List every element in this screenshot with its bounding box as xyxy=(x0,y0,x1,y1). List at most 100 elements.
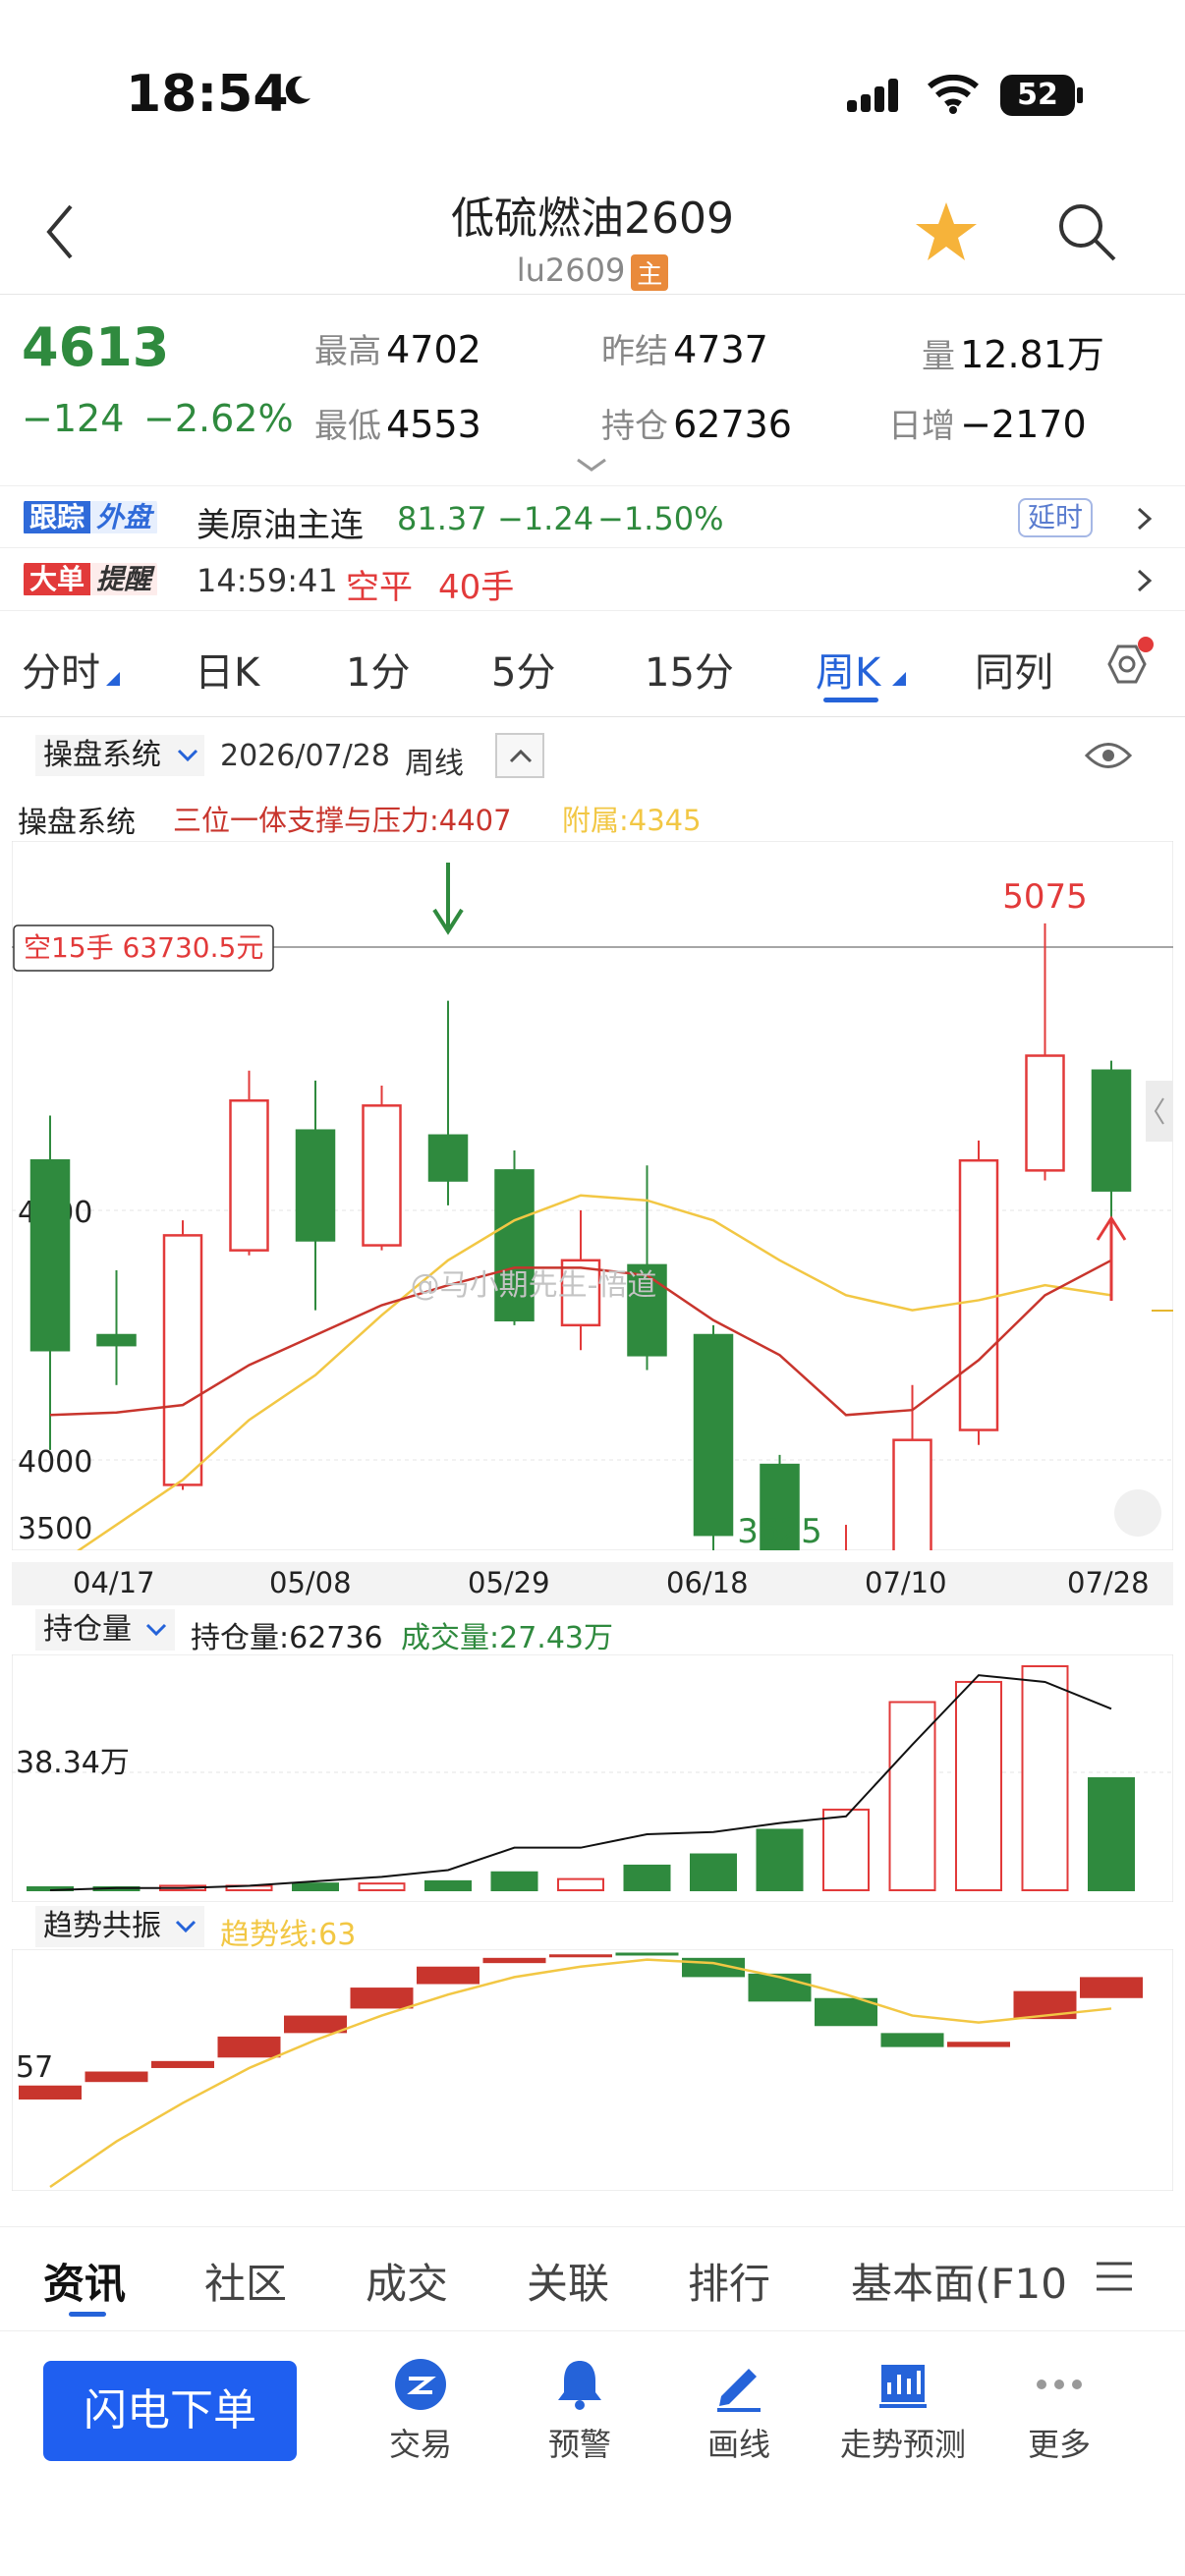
tab-weekly[interactable]: 周K xyxy=(816,641,880,698)
x-tick: 07/28 xyxy=(1067,1566,1150,1599)
alert-action: 空平 xyxy=(346,568,413,607)
low-value: 4553 xyxy=(386,403,481,446)
chevron-down-icon xyxy=(145,1623,167,1637)
trend-bar xyxy=(880,2033,944,2047)
volume-bar xyxy=(557,1877,604,1892)
nav-draw[interactable]: 画线 xyxy=(670,2357,808,2465)
alert-tag-2: 提醒 xyxy=(90,563,158,595)
y-tick: 3500 xyxy=(18,1512,92,1546)
kline-chart[interactable]: 5000450040003500空15手 63730.5元50753625@马小… xyxy=(12,841,1173,1550)
tab-timeshare[interactable]: 分时 xyxy=(22,641,100,698)
volume-label: 量 xyxy=(922,337,955,376)
candle xyxy=(1025,1054,1065,1172)
tab-related[interactable]: 关联 xyxy=(527,2251,609,2311)
eye-icon[interactable] xyxy=(1085,739,1132,772)
candle xyxy=(362,1104,402,1247)
book-chart-icon xyxy=(879,2365,927,2408)
price-change: −124 xyxy=(22,397,125,440)
tab-daily[interactable]: 日K xyxy=(195,641,259,698)
tab-compare[interactable]: 同列 xyxy=(975,641,1053,698)
volume-bar xyxy=(822,1808,870,1891)
contract-code: lu2609 主 xyxy=(0,252,1185,291)
x-tick: 06/18 xyxy=(666,1566,749,1599)
indicator-line2: 附属:4345 xyxy=(562,804,702,837)
oi-axis-label: 38.34万 xyxy=(16,1746,130,1780)
candle xyxy=(229,1098,269,1252)
tab-underline xyxy=(823,698,878,702)
trend-bar xyxy=(549,1954,612,1958)
low-price-label: 3625 xyxy=(737,1512,822,1550)
tab-fundamentals[interactable]: 基本面(F10 xyxy=(851,2251,1067,2311)
candle xyxy=(958,1158,999,1431)
tab-ranking[interactable]: 排行 xyxy=(688,2251,770,2311)
search-icon[interactable] xyxy=(1055,200,1118,263)
tab-15min[interactable]: 15分 xyxy=(645,641,734,698)
chart-date: 2026/07/28 xyxy=(220,739,390,773)
volume-bar xyxy=(424,1879,472,1892)
nav-trade[interactable]: 交易 xyxy=(352,2357,489,2465)
nav-forecast[interactable]: 走势预测 xyxy=(829,2357,977,2465)
trend-bar xyxy=(284,2015,347,2034)
trend-bar xyxy=(19,2085,82,2100)
pencil-icon xyxy=(717,2369,761,2412)
outer-change-pct: −1.50% xyxy=(597,500,724,537)
tab-underline xyxy=(69,2312,106,2317)
main-badge: 主 xyxy=(631,253,669,291)
x-tick: 04/17 xyxy=(73,1566,155,1599)
trend-select[interactable]: 趋势共振 xyxy=(35,1906,204,1947)
trend-frame xyxy=(12,1949,1173,2191)
volume-bar xyxy=(1088,1777,1135,1891)
outer-change: −1.24 xyxy=(497,500,594,537)
x-tick: 07/10 xyxy=(865,1566,947,1599)
volume-bar xyxy=(756,1828,804,1892)
expand-icon[interactable] xyxy=(574,456,609,474)
oi-chart: 38.34万 xyxy=(12,1654,1173,1902)
volume-bar xyxy=(358,1882,406,1892)
dropdown-triangle-icon xyxy=(106,672,120,686)
nav-forecast-label: 走势预测 xyxy=(839,2426,966,2463)
alert-qty: 40手 xyxy=(438,568,515,607)
tab-news[interactable]: 资讯 xyxy=(43,2251,126,2311)
x-tick: 05/29 xyxy=(468,1566,550,1599)
candle xyxy=(96,1333,137,1347)
volume-bar xyxy=(623,1864,671,1891)
tab-community[interactable]: 社区 xyxy=(204,2251,287,2311)
outer-name: 美原油主连 xyxy=(197,506,364,545)
tab-1min[interactable]: 1分 xyxy=(346,641,410,698)
collapse-button[interactable] xyxy=(495,733,544,778)
clock: 18:54 xyxy=(126,65,289,124)
high-price-label: 5075 xyxy=(1002,877,1088,917)
nav-more-label: 更多 xyxy=(1027,2426,1091,2463)
candle xyxy=(693,1333,734,1537)
chevron-right-icon xyxy=(1137,569,1153,592)
oi-select-label: 持仓量 xyxy=(43,1612,132,1647)
outer-tag-1: 跟踪 xyxy=(24,501,91,533)
outer-tag: 跟踪 外盘 xyxy=(24,498,158,537)
nav-more[interactable]: 更多 xyxy=(990,2357,1128,2465)
settings-hex-icon[interactable] xyxy=(1093,637,1156,696)
volume-value: 12.81万 xyxy=(960,333,1104,376)
open-interest-value: 62736 xyxy=(673,403,792,446)
nav-alert[interactable]: 预警 xyxy=(511,2357,649,2465)
fullscreen-icon xyxy=(1114,1489,1161,1537)
system-select[interactable]: 操盘系统 xyxy=(35,735,204,776)
battery-tip xyxy=(1077,87,1083,103)
outer-tag-2: 外盘 xyxy=(90,501,158,533)
prev-settle-label: 昨结 xyxy=(601,332,668,371)
big-order-row[interactable]: 大单 提醒 14:59:41 空平 40手 xyxy=(0,548,1185,611)
trend-bar xyxy=(350,1988,414,2009)
quick-order-button[interactable]: 闪电下单 xyxy=(43,2361,297,2461)
star-icon[interactable] xyxy=(914,200,979,263)
oi-select[interactable]: 持仓量 xyxy=(35,1609,175,1651)
moon-icon xyxy=(285,76,310,104)
menu-icon[interactable] xyxy=(1095,2261,1134,2292)
trend-select-label: 趋势共振 xyxy=(43,1909,161,1943)
open-interest-label: 持仓 xyxy=(601,407,668,446)
tab-trades[interactable]: 成交 xyxy=(366,2251,448,2311)
dropdown-triangle-icon xyxy=(892,672,906,686)
prev-settle-value: 4737 xyxy=(673,328,768,371)
trend-bar xyxy=(151,2060,214,2068)
tab-5min[interactable]: 5分 xyxy=(491,641,555,698)
outer-market-row[interactable]: 跟踪 外盘 美原油主连 81.37 −1.24 −1.50% 延时 xyxy=(0,485,1185,548)
alert-tag: 大单 提醒 xyxy=(24,560,158,599)
